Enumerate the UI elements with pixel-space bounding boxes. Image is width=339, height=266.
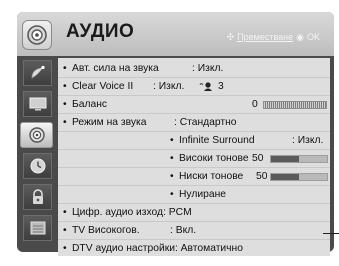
speaker-icon (28, 127, 45, 143)
bullet: • (63, 63, 67, 74)
infinite-surround-label: Infinite Surround (179, 135, 255, 146)
treble-slider[interactable] (270, 155, 328, 163)
bullet: • (63, 81, 67, 92)
bullet: • (63, 243, 67, 254)
options-icon (30, 221, 45, 235)
bullet: • (63, 225, 67, 236)
hint-ok-label: OK (306, 32, 320, 42)
menu-item-reset[interactable]: • Нулиране (58, 186, 330, 204)
bass-value: 50 (256, 171, 268, 182)
sidebar-item-audio[interactable] (20, 122, 53, 148)
menu-item-dtv-audio[interactable]: • DTV аудио настройки: Автоматично (58, 240, 330, 256)
bullet: • (170, 171, 174, 182)
navigation-arrows-icon: ✣ (226, 31, 235, 42)
sound-mode-label: Режим на звука (72, 117, 147, 128)
bass-slider-fill (271, 174, 299, 180)
clear-voice-label: Clear Voice II (72, 81, 134, 92)
menu-item-balance[interactable]: • Баланс 0 (58, 96, 330, 114)
audio-settings-list: • Авт. сила на звука : Изкл. • Clear Voi… (58, 58, 330, 250)
menu-item-infinite-surround[interactable]: • Infinite Surround : Изкл. (58, 132, 330, 150)
page-edge-line (323, 233, 339, 234)
clear-voice-icon (199, 82, 212, 91)
menu-item-clear-voice[interactable]: • Clear Voice II : Изкл. 3 (58, 78, 330, 96)
balance-label: Баланс (72, 99, 108, 110)
sound-mode-value: : Стандартно (174, 117, 237, 128)
digital-audio-out-label: Цифр. аудио изход: PCM (72, 207, 192, 218)
treble-label: Високи тонове (179, 153, 249, 164)
sidebar-item-picture[interactable] (23, 91, 52, 117)
navigation-hint: ✣ Преместване ◉ OK (227, 32, 320, 42)
screen-icon (29, 97, 46, 111)
sidebar-item-channels[interactable] (23, 60, 52, 86)
bullet: • (63, 99, 67, 110)
sidebar-item-lock[interactable] (23, 184, 52, 210)
menu-item-treble[interactable]: • Високи тонове 50 (58, 150, 330, 168)
bullet: • (170, 153, 174, 164)
menu-item-sound-mode[interactable]: • Режим на звука : Стандартно (58, 114, 330, 132)
ok-button-icon: ◉ (296, 31, 304, 42)
clock-icon (30, 158, 45, 174)
menu-header: АУДИО ✣ Преместване ◉ OK (17, 12, 334, 56)
tv-speaker-value: : Вкл. (170, 225, 197, 236)
tv-speaker-label: TV Високогов. (72, 225, 140, 236)
sidebar-item-time[interactable] (23, 153, 52, 179)
speaker-icon (22, 20, 52, 50)
menu-item-digital-audio-out[interactable]: • Цифр. аудио изход: PCM (58, 204, 330, 222)
reset-label: Нулиране (179, 189, 226, 200)
lock-icon (32, 189, 43, 204)
bullet: • (170, 135, 174, 146)
sidebar-item-options[interactable] (23, 215, 52, 241)
clear-voice-level: 3 (218, 81, 224, 92)
dtv-audio-label: DTV аудио настройки: Автоматично (72, 243, 243, 254)
hint-move-label: Преместване (237, 32, 294, 42)
audio-menu-window: АУДИО ✣ Преместване ◉ OK • Авт. сила на … (17, 12, 334, 256)
bass-slider[interactable] (270, 173, 328, 181)
page-title: АУДИО (66, 21, 135, 42)
auto-volume-label: Авт. сила на звука (72, 63, 159, 74)
category-sidebar (20, 60, 53, 248)
balance-slider[interactable] (263, 101, 327, 109)
clear-voice-value: : Изкл. (153, 81, 185, 92)
menu-item-tv-speaker[interactable]: • TV Високогов. : Вкл. (58, 222, 330, 240)
treble-slider-fill (271, 156, 299, 162)
balance-value: 0 (252, 99, 258, 110)
auto-volume-value: : Изкл. (192, 63, 224, 74)
bullet: • (63, 117, 67, 128)
infinite-surround-value: : Изкл. (292, 135, 324, 146)
bullet: • (63, 207, 67, 218)
bullet: • (170, 189, 174, 200)
menu-item-auto-volume[interactable]: • Авт. сила на звука : Изкл. (58, 60, 330, 78)
satellite-dish-icon (31, 65, 45, 79)
menu-item-bass[interactable]: • Ниски тонове 50 (58, 168, 330, 186)
treble-value: 50 (252, 153, 264, 164)
bass-label: Ниски тонове (179, 171, 244, 182)
